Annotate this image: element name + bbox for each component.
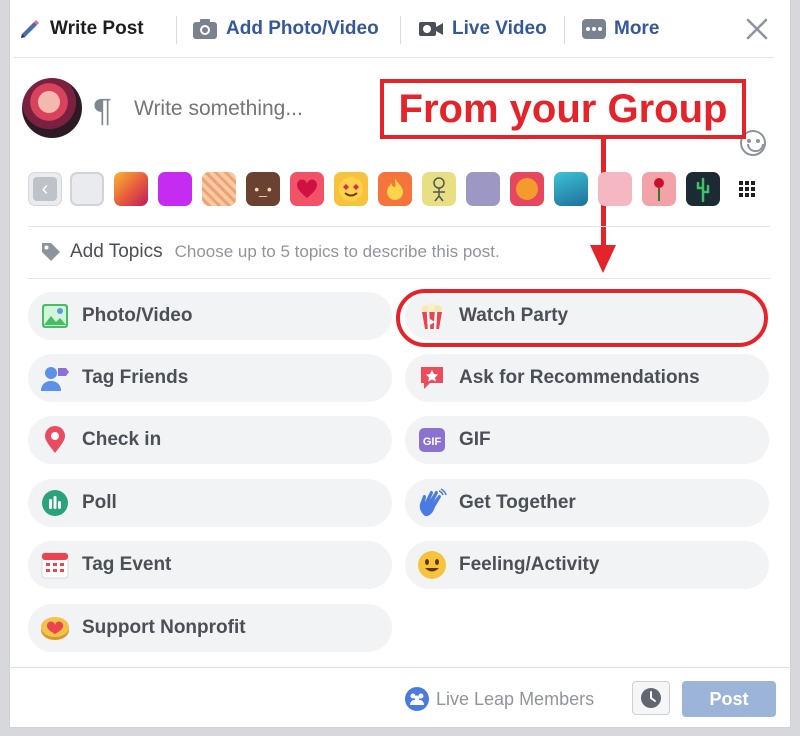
photo-icon <box>40 301 70 331</box>
action-ask-recommendations[interactable]: Ask for Recommendations <box>405 354 769 402</box>
annotation-arrow-head <box>590 245 616 273</box>
tab-write-post[interactable]: Write Post <box>18 12 144 46</box>
topics-hint: Choose up to 5 topics to describe this p… <box>174 242 500 261</box>
tab-label: Live Video <box>452 18 547 39</box>
action-tag-event[interactable]: Tag Event <box>28 541 392 589</box>
action-photo-video[interactable]: Photo/Video <box>28 292 392 340</box>
swatch-emoji-dark[interactable]: •_• <box>246 172 280 206</box>
avatar <box>22 78 82 138</box>
action-feeling-activity[interactable]: Feeling/Activity <box>405 541 769 589</box>
location-pin-icon <box>40 425 70 455</box>
schedule-button[interactable] <box>632 681 670 715</box>
action-label: Ask for Recommendations <box>459 367 700 388</box>
swatch-orange-fruit[interactable] <box>510 172 544 206</box>
tag-friends-icon <box>40 363 70 393</box>
watch-party-highlight <box>396 289 768 347</box>
action-check-in[interactable]: Check in <box>28 416 392 464</box>
calendar-icon <box>40 550 70 580</box>
pencil-icon <box>18 17 42 41</box>
tab-divider <box>400 16 401 44</box>
tab-add-photo-video[interactable]: Add Photo/Video <box>192 12 379 46</box>
divider <box>28 226 770 227</box>
swatch-cactus[interactable] <box>686 172 720 206</box>
post-text-input[interactable] <box>134 97 374 121</box>
action-poll[interactable]: Poll <box>28 479 392 527</box>
swatch-pink-eye[interactable] <box>598 172 632 206</box>
post-button[interactable]: Post <box>682 681 776 717</box>
rose-icon <box>654 178 664 201</box>
audience-selector[interactable]: Live Leap Members <box>404 686 594 712</box>
tab-live-video[interactable]: Live Video <box>418 12 547 46</box>
camera-icon <box>192 18 218 40</box>
close-button[interactable] <box>744 16 770 42</box>
annotation-text: From your Group <box>398 86 728 131</box>
action-label: Check in <box>82 429 162 450</box>
video-camera-icon <box>418 19 444 39</box>
orange-icon <box>516 178 538 200</box>
swatch-heart[interactable] <box>290 172 324 206</box>
more-dots-icon <box>582 18 606 40</box>
swatch-blank[interactable] <box>70 172 104 206</box>
swatch-cube[interactable] <box>466 172 500 206</box>
wave-hand-icon <box>417 488 447 518</box>
action-label: GIF <box>459 429 491 450</box>
swatch-purple[interactable] <box>158 172 192 206</box>
swatch-more-grid[interactable] <box>730 172 764 206</box>
action-label: Tag Friends <box>82 367 189 388</box>
heart-icon <box>296 179 318 198</box>
close-icon <box>746 18 768 40</box>
tab-divider <box>176 16 177 44</box>
swatch-doodle[interactable] <box>422 172 456 206</box>
action-label: Support Nonprofit <box>82 617 246 638</box>
paragraph-icon: ¶ <box>92 92 113 130</box>
action-support-nonprofit[interactable]: Support Nonprofit <box>28 604 392 652</box>
action-label: Feeling/Activity <box>459 554 600 575</box>
action-tag-friends[interactable]: Tag Friends <box>28 354 392 402</box>
heart-eyes-icon <box>339 177 363 201</box>
swatch-water[interactable] <box>554 172 588 206</box>
tab-label: More <box>614 18 660 39</box>
swatch-rose[interactable] <box>642 172 676 206</box>
action-label: Photo/Video <box>82 305 193 326</box>
svg-text:GIF: GIF <box>423 436 442 448</box>
action-label: Tag Event <box>82 554 172 575</box>
recommendation-icon <box>417 363 447 393</box>
heart-coin-icon <box>40 613 70 643</box>
divider <box>28 278 770 279</box>
swatch-prev-button[interactable]: ‹ <box>28 172 62 206</box>
cactus-icon <box>696 177 710 202</box>
swatch-gradient[interactable] <box>114 172 148 206</box>
swatch-fire[interactable] <box>378 172 412 206</box>
audience-label: Live Leap Members <box>436 688 595 709</box>
tab-more[interactable]: More <box>582 12 659 46</box>
action-label: Get Together <box>459 492 576 513</box>
tab-divider <box>564 16 565 44</box>
footer-divider <box>9 667 791 668</box>
poll-icon <box>40 488 70 518</box>
add-topics-row[interactable]: Add Topics Choose up to 5 topics to desc… <box>40 240 500 264</box>
action-gif[interactable]: GIF GIF <box>405 416 769 464</box>
swatch-leaf-pattern[interactable] <box>202 172 236 206</box>
group-icon <box>405 687 429 711</box>
gif-icon: GIF <box>417 425 447 455</box>
tag-icon <box>42 243 60 261</box>
clock-icon <box>641 688 661 708</box>
smiley-icon <box>417 550 447 580</box>
chevron-left-icon: ‹ <box>33 177 57 201</box>
tab-label: Add Photo/Video <box>226 18 379 39</box>
tab-label: Write Post <box>50 18 144 39</box>
annotation-callout: From your Group <box>380 79 746 139</box>
composer-tabs: Write Post Add Photo/Video Live Video Mo… <box>14 0 774 58</box>
fire-icon <box>387 178 403 200</box>
action-label: Poll <box>82 492 117 513</box>
topics-label: Add Topics <box>70 241 163 262</box>
action-get-together[interactable]: Get Together <box>405 479 769 527</box>
swatch-heart-eyes[interactable] <box>334 172 368 206</box>
grid-icon <box>739 181 755 197</box>
doodle-icon <box>433 177 445 202</box>
